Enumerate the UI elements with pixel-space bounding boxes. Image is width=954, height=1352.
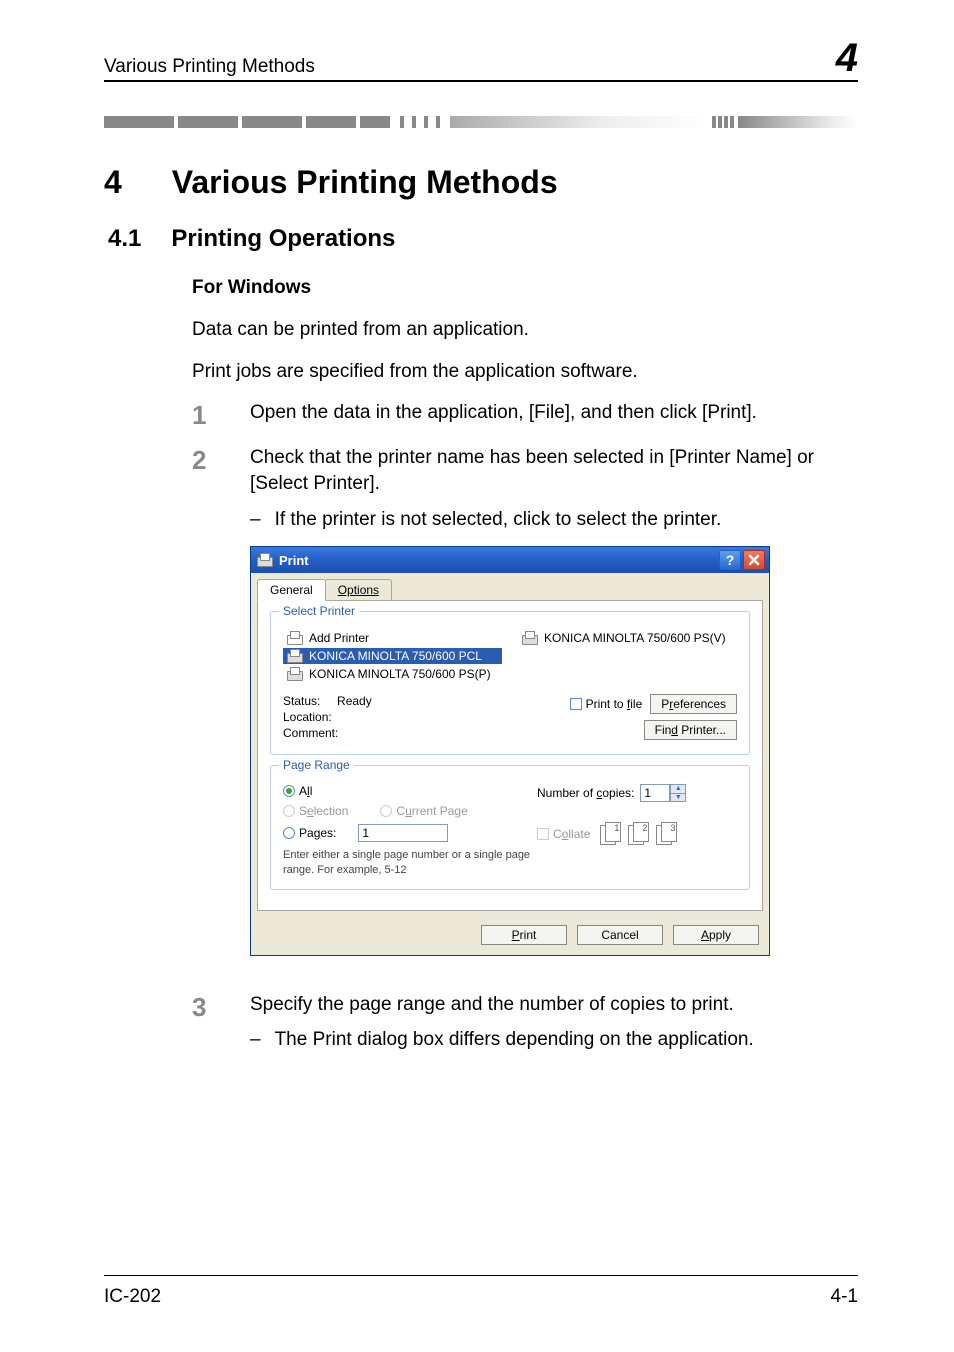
step-3-sub-text: The Print dialog box differs depending o… (275, 1027, 754, 1053)
footer-left: IC-202 (104, 1286, 161, 1308)
copies-spinner[interactable]: ▲ ▼ (670, 784, 686, 802)
radio-icon (380, 805, 392, 817)
radio-current-page: Current Page (380, 804, 467, 818)
cancel-button[interactable]: Cancel (577, 925, 663, 945)
tab-options-label: Options (338, 583, 379, 597)
step-3-text: Specify the page range and the number of… (250, 992, 858, 1018)
running-head-text: Various Printing Methods (104, 56, 315, 78)
step-2-sub: – If the printer is not selected, click … (250, 507, 858, 533)
radio-all[interactable]: All (283, 784, 537, 798)
section-number: 4.1 (108, 225, 141, 253)
collate-checkbox: Collate (537, 827, 590, 841)
step-2-number: 2 (192, 445, 220, 476)
tab-general[interactable]: General (257, 579, 326, 601)
spin-down-icon[interactable]: ▼ (670, 793, 686, 803)
footer-right: 4-1 (831, 1286, 858, 1308)
footer-rule (104, 1275, 858, 1276)
spin-up-icon[interactable]: ▲ (670, 784, 686, 793)
copies-input[interactable] (640, 784, 670, 802)
print-button[interactable]: Print (481, 925, 567, 945)
pages-input[interactable] (358, 824, 448, 842)
printer-status-block: Status: Ready Location: Comment: (283, 694, 372, 742)
chapter-number: 4 (104, 164, 122, 201)
printer-item-psp-label: KONICA MINOLTA 750/600 PS(P) (309, 667, 491, 681)
group-page-range: Page Range All Selection (270, 765, 750, 890)
radio-icon (283, 827, 295, 839)
group-page-range-legend: Page Range (279, 758, 354, 772)
dash: – (250, 507, 261, 533)
subheading: For Windows (104, 277, 858, 299)
paragraph-2: Print jobs are specified from the applic… (104, 359, 858, 385)
checkbox-icon (570, 698, 582, 710)
dialog-titlebar[interactable]: Print ? (251, 547, 769, 573)
preferences-button[interactable]: Preferences (650, 694, 737, 714)
section-title: 4.1 Printing Operations (104, 225, 858, 253)
radio-icon (283, 785, 295, 797)
decorative-bar (104, 116, 858, 136)
printer-list[interactable]: Add Printer KONICA MINOLTA 750/600 PS(V)… (283, 630, 737, 682)
printer-icon (287, 649, 303, 663)
location-label: Location: (283, 710, 372, 724)
print-dialog: Print ? General Options Select Printer (250, 546, 770, 956)
paragraph-1: Data can be printed from an application. (104, 317, 858, 343)
close-button[interactable] (743, 550, 765, 570)
tab-options[interactable]: Options (325, 579, 392, 600)
find-printer-button[interactable]: Find Printer... (644, 720, 737, 740)
collate-graphic: 11 22 33 (600, 822, 678, 846)
printer-icon (522, 631, 538, 645)
printer-item-psv-label: KONICA MINOLTA 750/600 PS(V) (544, 631, 726, 645)
printer-item-psv[interactable]: KONICA MINOLTA 750/600 PS(V) (518, 630, 737, 646)
radio-pages[interactable]: Pages: (283, 824, 537, 842)
printer-icon (257, 553, 273, 567)
step-2: 2 Check that the printer name has been s… (192, 445, 858, 532)
step-3: 3 Specify the page range and the number … (192, 992, 858, 1053)
printer-icon (287, 667, 303, 681)
step-1-number: 1 (192, 400, 220, 431)
step-1: 1 Open the data in the application, [Fil… (192, 400, 858, 431)
add-printer-icon (287, 631, 303, 645)
printer-item-psp[interactable]: KONICA MINOLTA 750/600 PS(P) (283, 666, 502, 682)
tab-general-label: General (270, 583, 313, 597)
checkbox-icon (537, 828, 549, 840)
group-select-printer: Select Printer Add Printer KONICA MINOLT… (270, 611, 750, 755)
radio-icon (283, 805, 295, 817)
chapter-text: Various Printing Methods (172, 164, 558, 201)
dash: – (250, 1027, 261, 1053)
step-1-text: Open the data in the application, [File]… (250, 400, 858, 426)
printer-item-add-label: Add Printer (309, 631, 369, 645)
section-text: Printing Operations (171, 225, 395, 253)
running-head-number: 4 (836, 38, 858, 78)
step-2-sub-text: If the printer is not selected, click to… (275, 507, 722, 533)
step-3-number: 3 (192, 992, 220, 1023)
dialog-tabs: General Options (251, 573, 769, 600)
pages-hint: Enter either a single page number or a s… (283, 848, 537, 877)
step-2-text: Check that the printer name has been sel… (250, 445, 858, 496)
chapter-title: 4 Various Printing Methods (104, 164, 858, 201)
close-icon (748, 554, 760, 566)
printer-item-pcl[interactable]: KONICA MINOLTA 750/600 PCL (283, 648, 502, 664)
dialog-buttons: Print Cancel Apply (251, 917, 769, 955)
help-button[interactable]: ? (719, 550, 741, 570)
printer-item-pcl-label: KONICA MINOLTA 750/600 PCL (309, 649, 482, 663)
comment-label: Comment: (283, 726, 372, 740)
step-3-sub: – The Print dialog box differs depending… (250, 1027, 858, 1053)
radio-selection: Selection (283, 804, 348, 818)
dialog-title: Print (279, 553, 309, 568)
group-select-printer-legend: Select Printer (279, 604, 359, 618)
status-value: Ready (337, 694, 372, 708)
apply-button[interactable]: Apply (673, 925, 759, 945)
page-footer: IC-202 4-1 (104, 1286, 858, 1308)
status-label: Status: (283, 694, 320, 708)
tabpanel-general: Select Printer Add Printer KONICA MINOLT… (257, 600, 763, 911)
print-to-file-checkbox[interactable]: Print to file (570, 697, 643, 711)
running-head: Various Printing Methods 4 (104, 38, 858, 82)
printer-item-add[interactable]: Add Printer (283, 630, 502, 646)
